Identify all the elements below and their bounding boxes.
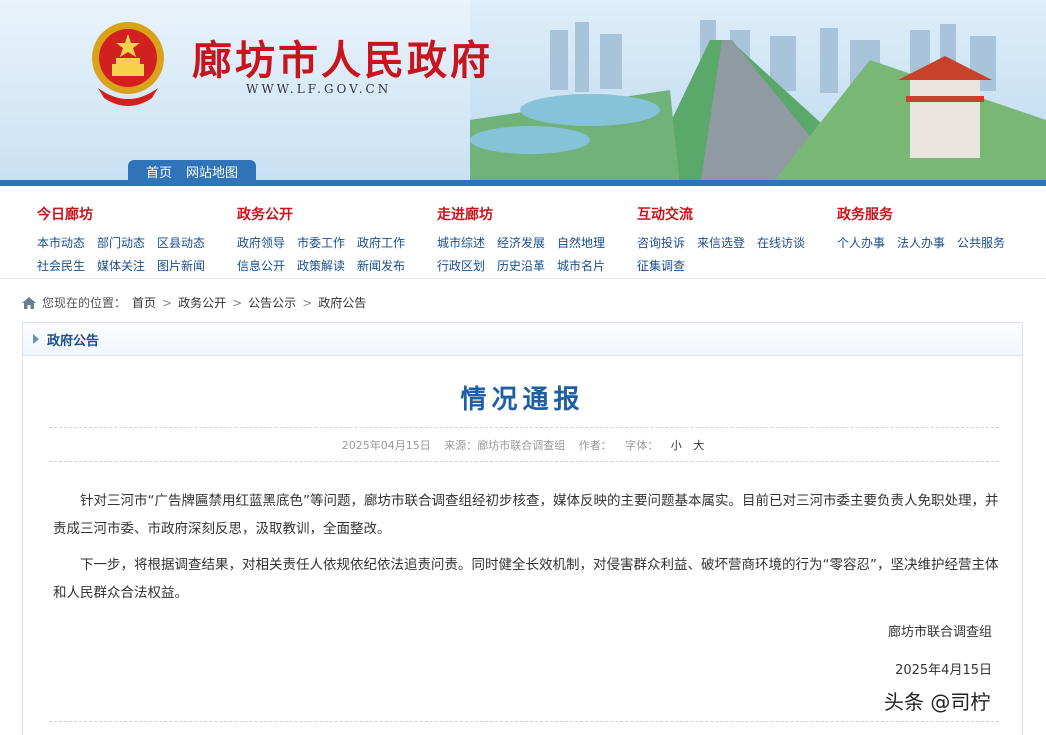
nav-column-about: 走进廊坊 城市综述 经济发展 自然地理 行政区划 历史沿革 城市名片 — [437, 204, 637, 274]
article-title: 情况通报 — [460, 385, 585, 415]
nav-column-services: 政务服务 个人办事 法人办事 公共服务 — [837, 204, 1037, 251]
article-source: 来源：廊坊市联合调查组 — [444, 439, 566, 452]
nav-link[interactable]: 历史沿革 — [497, 257, 557, 274]
nav-link[interactable]: 城市综述 — [437, 234, 497, 251]
breadcrumb: 您现在的位置： 首页 > 政务公开 > 公告公示 > 政府公告 — [22, 294, 366, 311]
nav-link[interactable]: 政府工作 — [357, 234, 417, 251]
nav-column-gov-affairs: 政务公开 政府领导 市委工作 政府工作 信息公开 政策解读 新闻发布 — [237, 204, 437, 274]
header-tabs: 首页 网站地图 — [128, 160, 257, 182]
nav-heading[interactable]: 今日廊坊 — [37, 204, 237, 224]
cityscape-image — [470, 0, 1046, 186]
article-sign-date: 2025年4月15日 — [895, 663, 992, 678]
font-small-button[interactable]: 小 — [671, 439, 682, 452]
breadcrumb-prefix: 您现在的位置： — [42, 296, 127, 310]
nav-link[interactable]: 经济发展 — [497, 234, 557, 251]
nav-link[interactable]: 信息公开 — [237, 257, 297, 274]
nav-link[interactable]: 本市动态 — [37, 234, 97, 251]
article-author: 作者： — [578, 439, 612, 452]
divider — [49, 427, 999, 428]
divider — [49, 721, 999, 722]
nav-heading[interactable]: 互动交流 — [637, 204, 837, 224]
nav-link[interactable]: 个人办事 — [837, 234, 897, 251]
nav-link[interactable]: 政策解读 — [297, 257, 357, 274]
site-title[interactable]: 廊坊市人民政府 — [192, 28, 493, 86]
breadcrumb-item-gov-affairs[interactable]: 政务公开 — [178, 294, 226, 311]
article-paragraph-1: 针对三河市“广告牌匾禁用红蓝黑底色”等问题，廊坊市联合调查组经初步核查，媒体反映… — [53, 493, 999, 537]
header-banner: 廊坊市人民政府 WWW.LF.GOV.CN 首页 网站地图 — [0, 0, 1046, 186]
article-signature: 廊坊市联合调查组 — [887, 625, 992, 640]
nav-link[interactable]: 图片新闻 — [157, 257, 217, 274]
breadcrumb-separator: > — [302, 295, 313, 310]
article-date: 2025年04月15日 — [341, 439, 431, 452]
nav-link[interactable]: 法人办事 — [897, 234, 957, 251]
breadcrumb-separator: > — [232, 295, 243, 310]
nav-link[interactable]: 行政区划 — [437, 257, 497, 274]
nav-link[interactable]: 咨询投诉 — [637, 234, 697, 251]
tab-sitemap[interactable]: 网站地图 — [186, 162, 238, 181]
nav-column-today: 今日廊坊 本市动态 部门动态 区县动态 社会民生 媒体关注 图片新闻 — [37, 204, 237, 274]
divider — [49, 461, 999, 462]
nav-link[interactable]: 媒体关注 — [97, 257, 157, 274]
nav-heading[interactable]: 政务公开 — [237, 204, 437, 224]
breadcrumb-item-home[interactable]: 首页 — [132, 294, 156, 311]
font-large-button[interactable]: 大 — [693, 439, 704, 452]
nav-heading[interactable]: 走进廊坊 — [437, 204, 637, 224]
nav-link[interactable]: 市委工作 — [297, 234, 357, 251]
national-emblem-icon — [92, 22, 164, 106]
breadcrumb-separator: > — [162, 295, 173, 310]
triangle-right-icon — [33, 334, 39, 344]
site-url: WWW.LF.GOV.CN — [246, 82, 392, 96]
watermark-text: 头条 @司柠 — [884, 690, 991, 714]
content-panel: 政府公告 情况通报 2025年04月15日 来源：廊坊市联合调查组 作者： 字体… — [22, 322, 1023, 735]
nav-link[interactable]: 公共服务 — [957, 234, 1017, 251]
nav-link[interactable]: 在线访谈 — [757, 234, 817, 251]
nav-link[interactable]: 政府领导 — [237, 234, 297, 251]
nav-link[interactable]: 新闻发布 — [357, 257, 417, 274]
home-icon — [22, 296, 36, 309]
panel-label: 政府公告 — [47, 333, 100, 349]
breadcrumb-item-notices[interactable]: 公告公示 — [248, 294, 296, 311]
nav-link[interactable]: 区县动态 — [157, 234, 217, 251]
nav-link[interactable]: 城市名片 — [557, 257, 617, 274]
breadcrumb-item-gov-announcement[interactable]: 政府公告 — [318, 294, 366, 311]
tab-home[interactable]: 首页 — [146, 162, 172, 181]
nav-link[interactable]: 来信选登 — [697, 234, 757, 251]
nav-heading[interactable]: 政务服务 — [837, 204, 1037, 224]
main-nav: 今日廊坊 本市动态 部门动态 区县动态 社会民生 媒体关注 图片新闻 政务公开 … — [0, 186, 1046, 279]
font-size-label: 字体： — [625, 439, 659, 452]
article-meta: 2025年04月15日 来源：廊坊市联合调查组 作者： 字体： 小 大 — [23, 437, 1022, 453]
nav-link[interactable]: 部门动态 — [97, 234, 157, 251]
article-paragraph-2: 下一步，将根据调查结果，对相关责任人依规依纪依法追责问责。同时健全长效机制，对侵… — [53, 557, 999, 601]
nav-column-interaction: 互动交流 咨询投诉 来信选登 在线访谈 征集调查 — [637, 204, 837, 274]
nav-link[interactable]: 自然地理 — [557, 234, 617, 251]
nav-link[interactable]: 社会民生 — [37, 257, 97, 274]
nav-link[interactable]: 征集调查 — [637, 257, 697, 274]
panel-header: 政府公告 — [23, 323, 1022, 356]
